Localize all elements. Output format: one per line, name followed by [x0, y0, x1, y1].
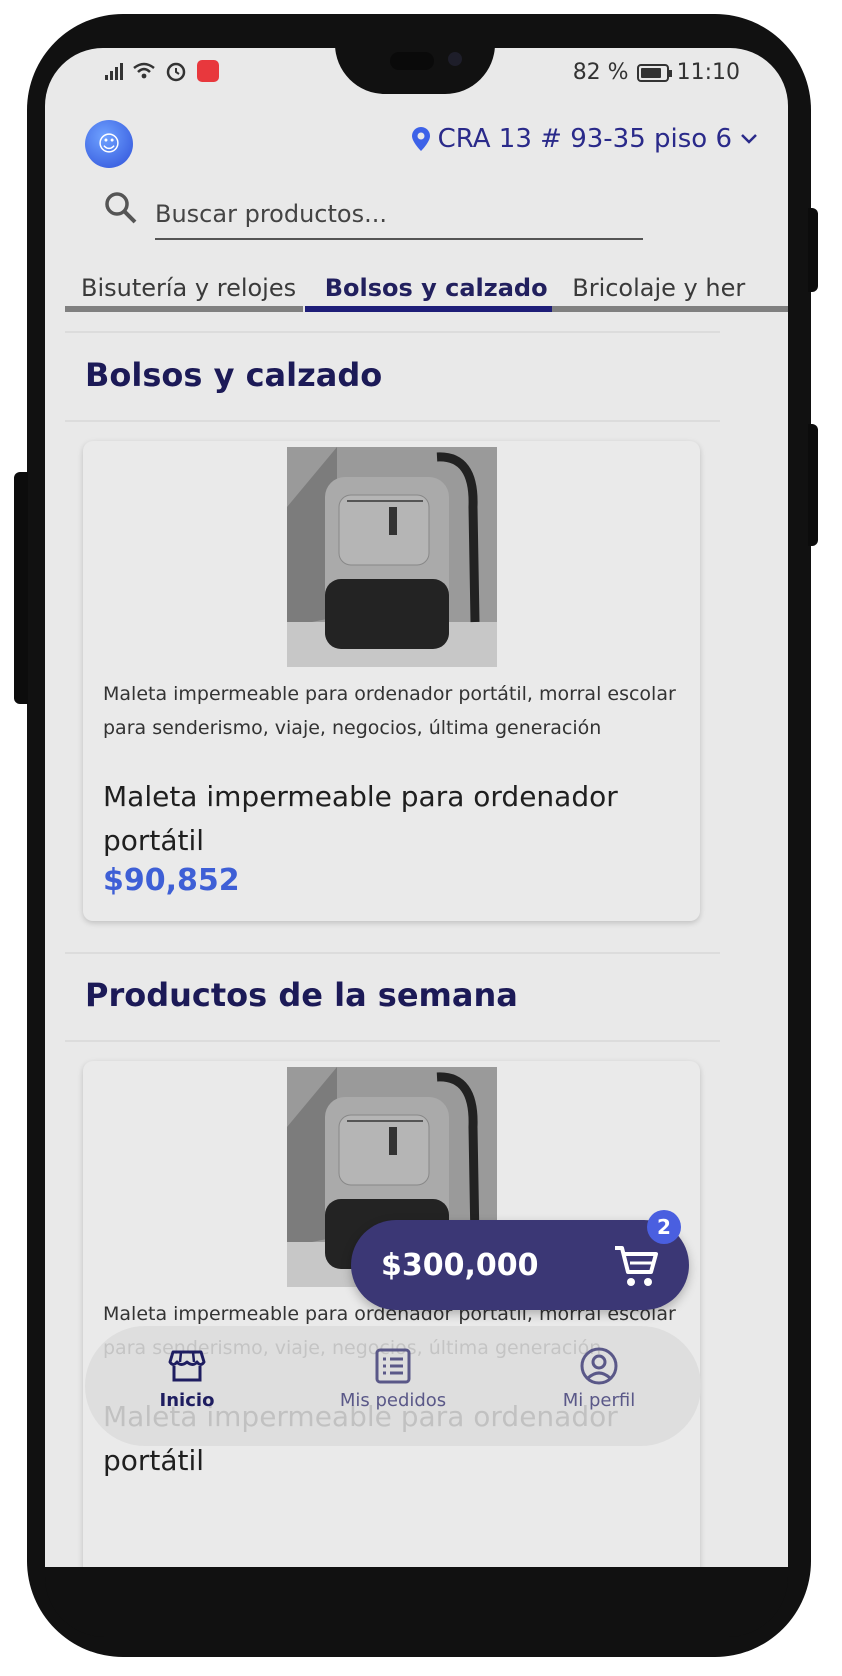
cart-icon	[615, 1246, 658, 1286]
category-tabs: Bisutería y relojes Bolsos y calzado Bri…	[65, 264, 788, 312]
product-card[interactable]: Maleta impermeable para ordenador portát…	[83, 441, 700, 921]
cart-count-badge: 2	[647, 1210, 681, 1244]
section-title: Productos de la semana	[85, 976, 518, 1014]
section-title: Bolsos y calzado	[85, 356, 383, 394]
divider	[65, 1040, 720, 1042]
divider	[65, 331, 720, 333]
search-icon	[105, 192, 137, 224]
product-description: Maleta impermeable para ordenador portát…	[103, 683, 676, 739]
bottom-nav: Inicio Mis pedidos Mi perfil	[85, 1326, 701, 1446]
store-icon	[168, 1350, 206, 1382]
nav-label: Mis pedidos	[339, 1390, 447, 1411]
app-screen: 82 % 11:10 ☺ CRA 13 # 93-35 piso 6 Busca…	[45, 48, 788, 1567]
address-text: CRA 13 # 93-35 piso 6	[437, 124, 732, 154]
user-circle-icon	[580, 1347, 618, 1385]
battery-percent: 82 %	[572, 60, 629, 85]
chevron-down-icon	[741, 134, 757, 144]
clock: 11:10	[676, 60, 740, 85]
tab-bolsos-calzado[interactable]: Bolsos y calzado	[304, 264, 553, 312]
signal-icon	[105, 62, 123, 80]
search-bar: Buscar productos...	[103, 190, 643, 242]
nav-inicio[interactable]: Inicio	[117, 1346, 257, 1411]
app-notification-icon	[197, 60, 219, 82]
wifi-icon	[133, 62, 155, 79]
tab-label: Bisutería y relojes	[81, 274, 297, 302]
smiley-face-icon[interactable]: ☺	[85, 120, 133, 168]
location-pin-icon	[411, 127, 430, 151]
status-bar: 82 % 11:10	[45, 60, 788, 96]
divider	[65, 420, 720, 422]
divider	[65, 952, 720, 954]
cart-total: $300,000	[381, 1247, 539, 1283]
nav-mi-perfil[interactable]: Mi perfil	[529, 1346, 669, 1411]
battery-icon	[636, 63, 672, 82]
volume-button	[808, 208, 818, 292]
product-name: Maleta impermeable para ordenador portát…	[103, 780, 618, 857]
search-input[interactable]: Buscar productos...	[155, 190, 643, 240]
phone-chin	[45, 1567, 788, 1637]
tab-label: Bricolaje y her	[572, 274, 746, 302]
cart-button[interactable]: $300,000 2	[351, 1210, 689, 1310]
nav-label: Mi perfil	[562, 1390, 636, 1411]
product-card[interactable]: Maleta impermeable para ordenador portát…	[83, 1061, 700, 1567]
alarm-icon	[166, 62, 186, 82]
power-button	[808, 424, 818, 546]
address-selector[interactable]: CRA 13 # 93-35 piso 6	[411, 124, 758, 154]
list-icon	[375, 1348, 411, 1384]
backpack-image	[287, 447, 497, 667]
tab-bricolaje[interactable]: Bricolaje y her	[552, 264, 788, 312]
tab-label: Bolsos y calzado	[324, 274, 548, 302]
product-price: $90,852	[103, 863, 240, 898]
side-button	[14, 472, 28, 704]
tab-bisuteria[interactable]: Bisutería y relojes	[65, 264, 305, 312]
nav-mis-pedidos[interactable]: Mis pedidos	[323, 1346, 463, 1411]
nav-label: Inicio	[159, 1390, 215, 1411]
